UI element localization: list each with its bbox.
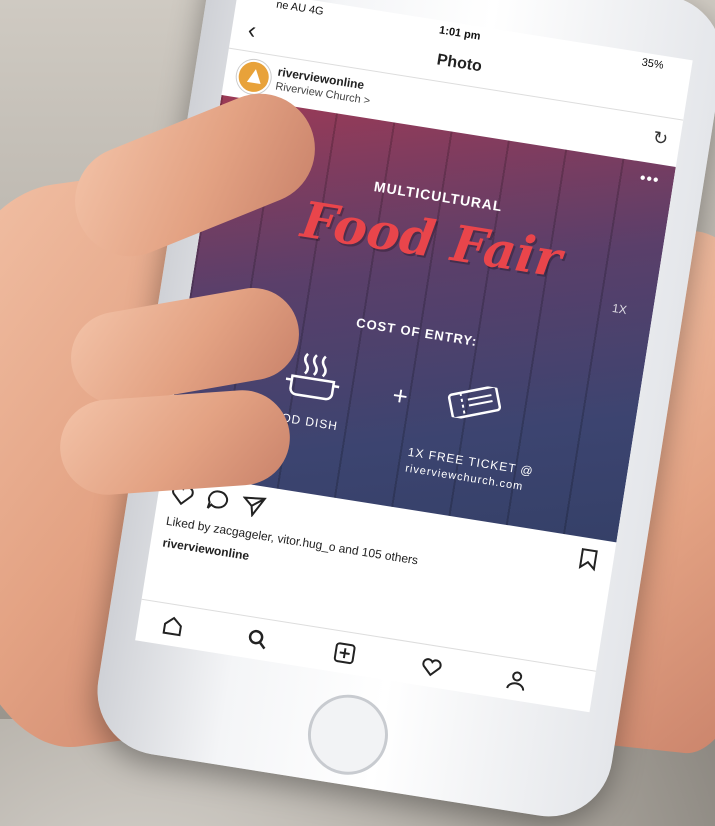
carrier-label: ne AU 4G (275, 0, 325, 18)
comment-icon[interactable] (204, 488, 231, 513)
bookmark-icon[interactable] (578, 547, 599, 572)
add-icon[interactable] (332, 641, 357, 666)
status-time: 1:01 pm (438, 24, 482, 43)
caption-username[interactable]: riverviewonline (162, 535, 250, 562)
ticket-icon (447, 385, 502, 420)
home-icon[interactable] (160, 613, 185, 638)
avatar[interactable] (234, 57, 274, 97)
refresh-icon[interactable]: ↻ (651, 127, 670, 150)
left-finger-2 (56, 387, 294, 498)
poster-mark-right: 1X (611, 300, 628, 318)
send-icon[interactable] (240, 493, 267, 518)
profile-icon[interactable] (504, 668, 529, 693)
battery-label: 35% (640, 56, 665, 72)
search-icon[interactable] (245, 627, 270, 652)
activity-heart-icon[interactable] (419, 654, 444, 679)
poster-plus: + (390, 379, 411, 412)
more-dots-icon[interactable]: ••• (638, 170, 661, 191)
